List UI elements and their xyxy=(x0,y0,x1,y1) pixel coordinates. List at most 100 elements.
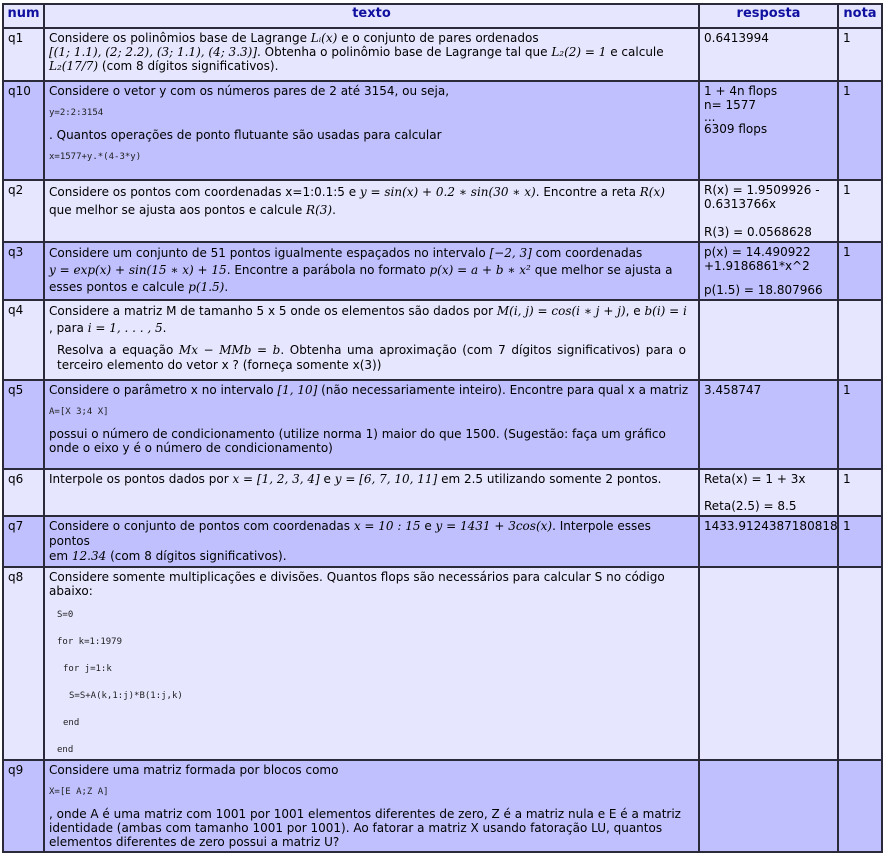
num-cell: q9 xyxy=(2,759,45,853)
math: y = exp(x) + sin(15 ∗ x) + 15 xyxy=(49,263,227,277)
num-cell: q2 xyxy=(2,179,45,243)
header-resposta: resposta xyxy=(698,3,839,29)
math: i = 1, . . . , 5 xyxy=(87,321,163,335)
code-line: end xyxy=(63,718,80,728)
code-line: end xyxy=(57,745,74,755)
text: . Obtenha o polinômio base de Lagrange t… xyxy=(257,45,552,59)
code-line: S=S+A(k,1:j)*B(1:j,k) xyxy=(69,691,183,701)
text: (não necessariamente inteiro). Encontre … xyxy=(317,383,689,397)
texto-cell: Considere a matriz M de tamanho 5 x 5 on… xyxy=(43,299,700,381)
math: Mx − MMb = b xyxy=(178,343,281,357)
math: 12.34 xyxy=(71,549,107,563)
questions-table: num texto resposta nota q1 Considere os … xyxy=(2,3,883,853)
texto-cell: Interpole os pontos dados por x = [1, 2,… xyxy=(43,468,700,517)
nota-cell: 1 xyxy=(837,27,883,82)
text: . Quantos operações de ponto flutuante s… xyxy=(49,128,442,142)
text: em 2.5 utilizando somente 2 pontos. xyxy=(437,472,662,486)
math: x = [1, 2, 3, 4] xyxy=(232,472,320,486)
text: Considere a matriz M de tamanho 5 x 5 on… xyxy=(49,304,497,318)
math: L₂(2) = 1 xyxy=(551,45,607,59)
resposta-cell: 1 + 4n flops n= 1577 ... 6309 flops xyxy=(698,80,839,181)
resposta-cell: 3.458747 xyxy=(698,379,839,470)
texto-cell: Considere os polinômios base de Lagrange… xyxy=(43,27,700,82)
text: Interpole os pontos dados por xyxy=(49,472,233,486)
table-row-q3: q3 Considere um conjunto de 51 pontos ig… xyxy=(2,241,883,301)
nota-cell: 1 xyxy=(837,241,883,301)
text: , para xyxy=(49,321,88,335)
text: . Encontre a parábola no formato xyxy=(226,263,430,277)
num-cell: q10 xyxy=(2,80,45,181)
text: e xyxy=(319,472,335,486)
text: que melhor se ajusta aos pontos e calcul… xyxy=(49,203,307,217)
nota-cell: 1 xyxy=(837,179,883,243)
text: esses pontos e calcule xyxy=(49,280,189,294)
num-cell: q7 xyxy=(2,515,45,568)
table-row-q5: q5 Considere o parâmetro x no intervalo … xyxy=(2,379,883,470)
math: R(x) xyxy=(639,185,665,199)
text: Considere os polinômios base de Lagrange xyxy=(49,31,311,45)
answer-line: 6309 flops xyxy=(704,122,768,136)
math: y = [6, 7, 10, 11] xyxy=(334,472,438,486)
math: p(x) = a + b ∗ x² xyxy=(429,263,531,277)
texto-cell: Considere o conjunto de pontos com coord… xyxy=(43,515,700,568)
texto-cell: Considere uma matriz formada por blocos … xyxy=(43,759,700,853)
code-line: S=0 xyxy=(57,610,74,620)
text: . xyxy=(224,280,229,294)
table-row-q6: q6 Interpole os pontos dados por x = [1,… xyxy=(2,468,883,517)
code-block: x=1577+y.*(4-3*y) xyxy=(49,152,142,162)
answer-line: p(1.5) = 18.807966 xyxy=(704,283,823,297)
code-block: X=[E A;Z A] xyxy=(49,787,109,797)
math: [−2, 3] xyxy=(489,246,532,260)
math: R(3) xyxy=(306,203,333,217)
resposta-cell xyxy=(698,299,839,381)
paragraph: Resolva a equação Mx − MMb = b. Obtenha … xyxy=(49,343,694,373)
texto-cell: Considere os pontos com coordenadas x=1:… xyxy=(43,179,700,243)
answer-line: ... xyxy=(704,110,716,124)
header-row: num texto resposta nota xyxy=(2,3,883,29)
nota-cell: 1 xyxy=(837,379,883,470)
text: e calcule xyxy=(606,45,664,59)
answer-line: 0.6313766x xyxy=(704,197,776,211)
text: . Encontre a reta xyxy=(535,185,640,199)
num-cell: q4 xyxy=(2,299,45,381)
header-texto: texto xyxy=(43,3,700,29)
text-line: Considere o parâmetro x no intervalo [1,… xyxy=(49,383,694,397)
text: Resolva a equação xyxy=(57,343,179,357)
math: M(i, j) = cos(i ∗ j + j) xyxy=(496,304,626,318)
nota-cell: 1 xyxy=(837,80,883,181)
num-cell: q3 xyxy=(2,241,45,301)
code-line: for k=1:1979 xyxy=(57,637,123,647)
nota-cell: 1 xyxy=(837,515,883,568)
text: Considere um conjunto de 51 pontos igual… xyxy=(49,246,490,260)
resposta-cell xyxy=(698,759,839,853)
resposta-cell: Reta(x) = 1 + 3x Reta(2.5) = 8.5 xyxy=(698,468,839,517)
text: que melhor se ajusta a xyxy=(530,263,673,277)
nota-cell xyxy=(837,759,883,853)
resposta-cell xyxy=(698,566,839,761)
answer-line: 1 + 4n flops xyxy=(704,84,778,98)
math: L₂(17/7) xyxy=(49,59,99,73)
texto-cell: Considere o vetor y com os números pares… xyxy=(43,80,700,181)
num-cell: q5 xyxy=(2,379,45,470)
table-row-q7: q7 Considere o conjunto de pontos com co… xyxy=(2,515,883,568)
texto-cell: Considere o parâmetro x no intervalo [1,… xyxy=(43,379,700,470)
nota-cell: 1 xyxy=(837,468,883,517)
text: Considere o conjunto de pontos com coord… xyxy=(49,519,354,533)
math: Lᵢ(x) xyxy=(310,31,338,45)
text: e o conjunto de pares ordenados xyxy=(337,31,539,45)
math: y = 1431 + 3cos(x) xyxy=(435,519,553,533)
resposta-cell: R(x) = 1.9509926 - 0.6313766x R(3) = 0.0… xyxy=(698,179,839,243)
answer-line: +1.9186861*x^2 xyxy=(704,259,810,273)
text: . xyxy=(332,203,336,217)
text: , onde A é uma matriz com 1001 por 1001 … xyxy=(49,807,681,849)
text: Considere os pontos com coordenadas x=1:… xyxy=(49,185,360,199)
math: [(1; 1.1), (2; 2.2), (3; 1.1), (4; 3.3)] xyxy=(49,45,258,59)
answer-line: R(x) = 1.9509926 - xyxy=(704,183,820,197)
num-cell: q1 xyxy=(2,27,45,82)
answer-line: Reta(2.5) = 8.5 xyxy=(704,499,797,513)
table-row-q1: q1 Considere os polinômios base de Lagra… xyxy=(2,27,883,82)
table-row-q9: q9 Considere uma matriz formada por bloc… xyxy=(2,759,883,853)
table-row-q2: q2 Considere os pontos com coordenadas x… xyxy=(2,179,883,243)
text: e xyxy=(420,519,436,533)
table-row-q10: q10 Considere o vetor y com os números p… xyxy=(2,80,883,181)
